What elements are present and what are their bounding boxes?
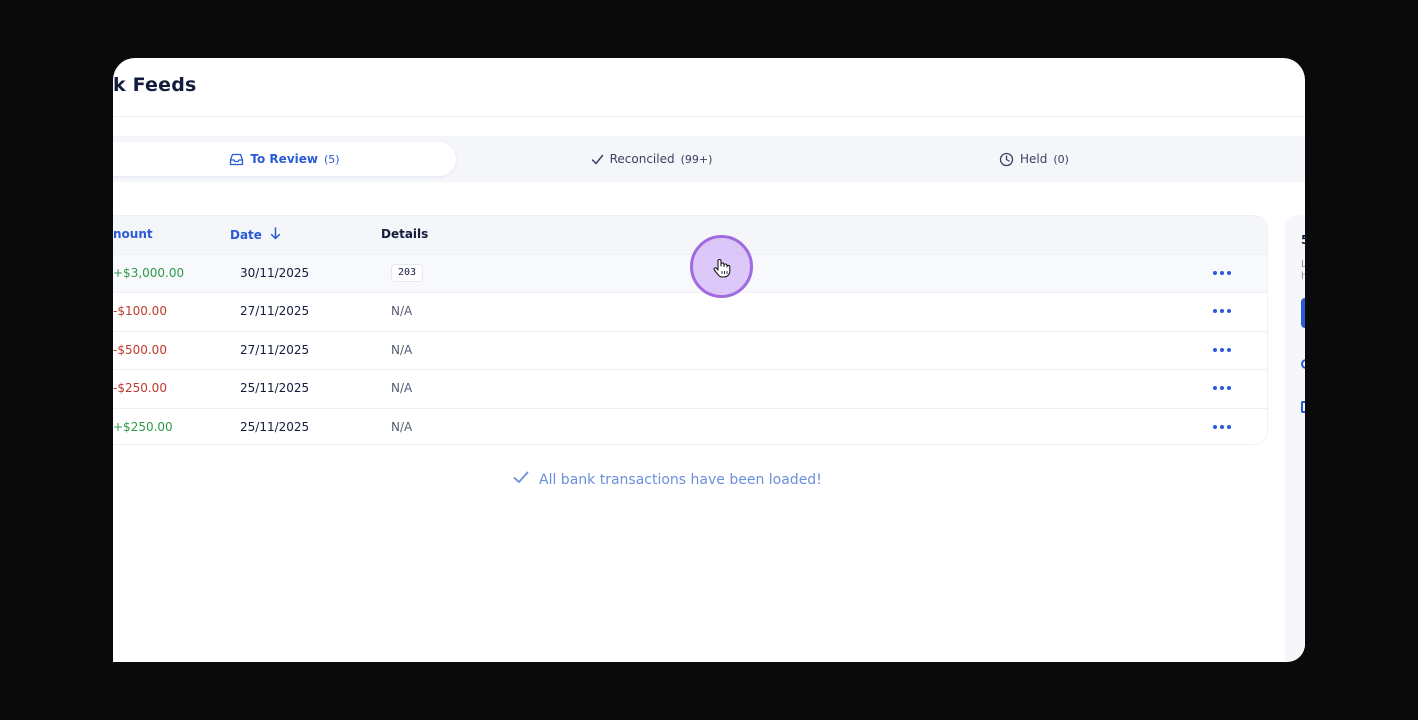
more-horizontal-icon[interactable] bbox=[1213, 271, 1231, 275]
check-icon bbox=[513, 471, 529, 488]
details-cell: N/A bbox=[391, 420, 413, 434]
side-panel-text: h bbox=[1301, 271, 1305, 282]
reference-chip: 203 bbox=[391, 264, 424, 282]
table-header: nount Date Details bbox=[113, 216, 1267, 254]
arrow-down-icon bbox=[270, 227, 281, 243]
date-cell: 27/11/2025 bbox=[240, 343, 310, 357]
table-row[interactable]: +$250.00 25/11/2025 N/A bbox=[113, 408, 1267, 444]
details-cell: N/A bbox=[391, 381, 413, 395]
loaded-status-text: All bank transactions have been loaded! bbox=[539, 471, 822, 488]
tab-label: Reconciled bbox=[609, 152, 675, 166]
more-horizontal-icon[interactable] bbox=[1213, 386, 1231, 390]
tab-held[interactable]: Held (0) bbox=[989, 142, 1079, 176]
column-header-date[interactable]: Date bbox=[230, 227, 281, 243]
date-cell: 25/11/2025 bbox=[240, 381, 310, 395]
clock-icon bbox=[999, 152, 1014, 167]
column-header-date-label: Date bbox=[230, 228, 262, 242]
amount-cell: -$500.00 bbox=[113, 343, 167, 357]
tab-label: To Review bbox=[250, 152, 318, 166]
more-horizontal-icon[interactable] bbox=[1213, 348, 1231, 352]
inbox-icon bbox=[229, 153, 244, 166]
date-cell: 30/11/2025 bbox=[240, 266, 310, 280]
details-cell: N/A bbox=[391, 304, 413, 318]
amount-cell: +$250.00 bbox=[113, 420, 173, 434]
more-horizontal-icon[interactable] bbox=[1213, 425, 1231, 429]
tab-reconciled[interactable]: Reconciled (99+) bbox=[579, 142, 724, 176]
amount-cell: +$3,000.00 bbox=[113, 266, 185, 280]
side-panel-icon[interactable] bbox=[1301, 359, 1305, 369]
column-header-details: Details bbox=[381, 227, 429, 241]
table-row[interactable]: -$100.00 27/11/2025 N/A bbox=[113, 292, 1267, 330]
side-panel-icon[interactable] bbox=[1301, 401, 1305, 413]
check-icon bbox=[591, 154, 604, 165]
details-cell: N/A bbox=[391, 343, 413, 357]
amount-cell: -$100.00 bbox=[113, 304, 167, 318]
table-row[interactable]: -$500.00 27/11/2025 N/A bbox=[113, 331, 1267, 369]
loaded-status-message: All bank transactions have been loaded! bbox=[513, 471, 822, 488]
hand-cursor-icon bbox=[713, 258, 731, 282]
side-panel-button[interactable] bbox=[1301, 298, 1305, 328]
page-title: k Feeds bbox=[113, 74, 197, 96]
tab-count: (0) bbox=[1053, 152, 1069, 166]
side-panel: 5 L h bbox=[1285, 215, 1305, 662]
tab-count: (99+) bbox=[680, 152, 713, 166]
date-cell: 25/11/2025 bbox=[240, 420, 310, 434]
table-row[interactable]: -$250.00 25/11/2025 N/A bbox=[113, 369, 1267, 407]
more-horizontal-icon[interactable] bbox=[1213, 309, 1231, 313]
tab-label: Held bbox=[1020, 152, 1048, 166]
side-panel-text: L bbox=[1301, 259, 1305, 270]
amount-cell: -$250.00 bbox=[113, 381, 167, 395]
side-panel-count: 5 bbox=[1301, 233, 1305, 247]
tab-to-review[interactable]: To Review (5) bbox=[113, 142, 456, 176]
tab-count: (5) bbox=[323, 152, 340, 166]
transactions-table: nount Date Details +$3,000.00 30/11/2025… bbox=[113, 215, 1268, 445]
tabs-bar: To Review (5) Reconciled (99+) Held (0) bbox=[113, 136, 1305, 182]
column-header-amount[interactable]: nount bbox=[113, 227, 153, 241]
date-cell: 27/11/2025 bbox=[240, 304, 310, 318]
header-divider bbox=[113, 116, 1305, 117]
app-window: k Feeds To Review (5) Reconciled (99+) H… bbox=[113, 58, 1305, 662]
